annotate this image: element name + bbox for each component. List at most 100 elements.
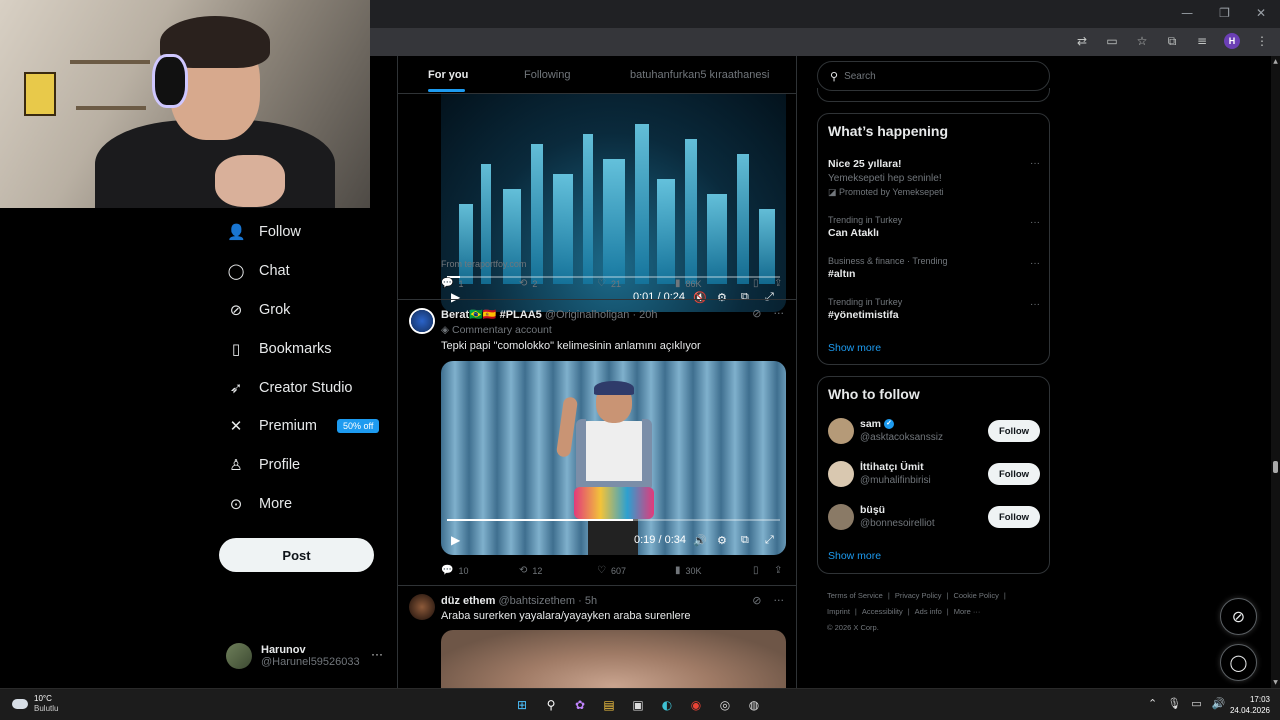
grok-icon[interactable]: ⊘ xyxy=(752,594,761,607)
views-button[interactable]: ▮ 30K xyxy=(675,565,702,576)
footer-link[interactable]: Privacy Policy xyxy=(895,591,942,600)
nav-item-more[interactable]: ⊙ More xyxy=(219,485,389,524)
grok-icon[interactable]: ⊘ xyxy=(752,307,761,320)
extensions-icon[interactable]: ⧉ xyxy=(1164,33,1180,49)
footer-link[interactable]: Imprint xyxy=(827,607,850,616)
play-icon[interactable]: ▶ xyxy=(451,533,460,547)
follow-suggestion[interactable]: büşü @bonnesoirelliot Follow xyxy=(828,503,1040,531)
tweet-media[interactable] xyxy=(441,630,786,688)
translate-icon[interactable]: ⇄ xyxy=(1074,33,1090,49)
minimize-icon[interactable]: — xyxy=(1181,6,1193,20)
tweet-time[interactable]: · 5h xyxy=(578,595,597,607)
nav-item-grok[interactable]: ⊘ Grok xyxy=(219,291,389,330)
search-icon[interactable]: ⚲ xyxy=(542,696,560,714)
close-icon[interactable]: ✕ xyxy=(1256,6,1266,20)
tab-community[interactable]: batuhanfurkan5 kıraathanesi xyxy=(630,69,769,81)
more-icon[interactable]: ··· xyxy=(774,594,785,607)
tweet-video[interactable]: ▶ 0:19 / 0:34 🔊 ⚙ ⧉ ⤢ xyxy=(441,361,786,555)
more-icon[interactable]: ··· xyxy=(1030,258,1040,269)
store-icon[interactable]: ▣ xyxy=(629,696,647,714)
avatar[interactable] xyxy=(409,308,435,334)
taskbar-clock[interactable]: 17:03 24.04.2026 xyxy=(1228,694,1270,716)
more-icon[interactable]: ··· xyxy=(1030,299,1040,310)
show-more-link[interactable]: Show more xyxy=(828,550,881,562)
nav-item-creator-studio[interactable]: ➶ Creator Studio xyxy=(219,368,389,407)
profile-avatar[interactable]: H xyxy=(1224,33,1240,49)
share-button[interactable]: ⇪ xyxy=(774,278,782,289)
volume-icon[interactable]: 🔊 xyxy=(1212,697,1226,710)
edge-icon[interactable]: ◐ xyxy=(658,696,676,714)
pip-icon[interactable]: ⧉ xyxy=(741,533,749,547)
author-name[interactable]: düz ethem xyxy=(441,595,495,607)
author-handle[interactable]: @bahtsizethem xyxy=(498,595,575,607)
tab-for-you[interactable]: For you xyxy=(428,69,468,81)
avatar[interactable] xyxy=(828,504,854,530)
scroll-up-icon[interactable]: ▲ xyxy=(1271,58,1280,65)
nav-item-bookmarks[interactable]: ▯ Bookmarks xyxy=(219,329,389,368)
account-switcher[interactable]: Harunov @Harunel59526033 ··· xyxy=(226,643,386,669)
restore-icon[interactable]: ❐ xyxy=(1219,6,1230,20)
weather-widget[interactable]: 10°C Bulutlu xyxy=(12,694,58,714)
avatar[interactable] xyxy=(828,418,854,444)
nav-item-profile[interactable]: ♙ Profile xyxy=(219,446,389,485)
search-box[interactable]: ⚲ xyxy=(817,61,1050,91)
video-progress-bar[interactable] xyxy=(447,519,780,521)
media-icon[interactable]: ≡ xyxy=(1194,33,1210,49)
trend-item[interactable]: Nice 25 yıllara! Yemeksepeti hep seninle… xyxy=(828,156,1040,198)
copilot-icon[interactable]: ✿ xyxy=(571,696,589,714)
more-icon[interactable]: ··· xyxy=(1030,158,1040,169)
follow-suggestion[interactable]: sam ✓ @asktacoksanssiz Follow xyxy=(828,417,1040,445)
cast-icon[interactable]: ▭ xyxy=(1104,33,1120,49)
reply-button[interactable]: 💬 1 xyxy=(441,278,463,289)
nav-item-premium[interactable]: ✕ Premium 50% off xyxy=(219,407,389,446)
star-icon[interactable]: ☆ xyxy=(1134,33,1150,49)
follow-button[interactable]: Follow xyxy=(988,463,1040,485)
tweet-time[interactable]: · 20h xyxy=(632,309,657,321)
repost-button[interactable]: ⟲ 12 xyxy=(519,565,542,576)
app-icon[interactable]: ◎ xyxy=(716,696,734,714)
bookmark-button[interactable]: ▯ xyxy=(753,278,759,289)
page-scrollbar[interactable]: ▲ ▼ xyxy=(1271,56,1280,688)
footer-link[interactable]: Terms of Service xyxy=(827,591,883,600)
reply-button[interactable]: 💬 10 xyxy=(441,565,468,576)
like-button[interactable]: ♡ 21 xyxy=(597,278,621,289)
file-explorer-icon[interactable]: ▤ xyxy=(600,696,618,714)
trend-item[interactable]: Business & finance · Trending #altın ··· xyxy=(828,256,1040,280)
repost-button[interactable]: ⟲ 2 xyxy=(519,278,537,289)
footer-link[interactable]: More ··· xyxy=(954,607,981,616)
views-button[interactable]: ▮ 86K xyxy=(675,278,702,289)
more-icon[interactable]: ··· xyxy=(774,307,785,320)
author-name[interactable]: Berat🇧🇷🇪🇸 #PLAA5 xyxy=(441,309,542,321)
settings-icon[interactable]: ⚙ xyxy=(717,534,727,547)
show-more-link[interactable]: Show more xyxy=(828,342,881,354)
chevron-up-icon[interactable]: ⌃ xyxy=(1148,697,1157,710)
grok-fab-button[interactable]: ⊘ xyxy=(1220,598,1257,635)
footer-link[interactable]: Cookie Policy xyxy=(953,591,998,600)
microphone-icon[interactable]: 🎙 xyxy=(1167,697,1181,710)
display-icon[interactable]: ▭ xyxy=(1191,697,1201,710)
volume-icon[interactable]: 🔊 xyxy=(693,534,707,547)
footer-link[interactable]: Ads info xyxy=(915,607,942,616)
menu-icon[interactable]: ⋮ xyxy=(1254,33,1270,49)
trend-item[interactable]: Trending in Turkey #yönetimistifa ··· xyxy=(828,297,1040,321)
chat-fab-button[interactable]: ◯ xyxy=(1220,644,1257,681)
windows-start-icon[interactable]: ⊞ xyxy=(513,696,531,714)
ad-source-link[interactable]: From teraportfoy.com xyxy=(441,259,526,269)
search-input[interactable] xyxy=(844,70,1025,82)
follow-button[interactable]: Follow xyxy=(988,506,1040,528)
scrollbar-thumb[interactable] xyxy=(1273,461,1278,473)
trend-item[interactable]: Trending in Turkey Can Ataklı ··· xyxy=(828,215,1040,239)
bookmark-button[interactable]: ▯ xyxy=(753,565,759,576)
more-icon[interactable]: ··· xyxy=(1030,217,1040,228)
author-handle[interactable]: @Originalholigan xyxy=(545,309,630,321)
scroll-down-icon[interactable]: ▼ xyxy=(1271,679,1280,686)
post-button[interactable]: Post xyxy=(219,538,374,572)
follow-suggestion[interactable]: İttihatçı Ümit @muhalifinbirisi Follow xyxy=(828,460,1040,488)
like-button[interactable]: ♡ 607 xyxy=(597,565,626,576)
nav-item-follow[interactable]: 👤 Follow xyxy=(219,213,389,252)
avatar[interactable] xyxy=(828,461,854,487)
chrome-icon[interactable]: ◉ xyxy=(687,696,705,714)
nav-item-chat[interactable]: ◯ Chat xyxy=(219,252,389,291)
follow-button[interactable]: Follow xyxy=(988,420,1040,442)
app-icon[interactable]: ◍ xyxy=(745,696,763,714)
